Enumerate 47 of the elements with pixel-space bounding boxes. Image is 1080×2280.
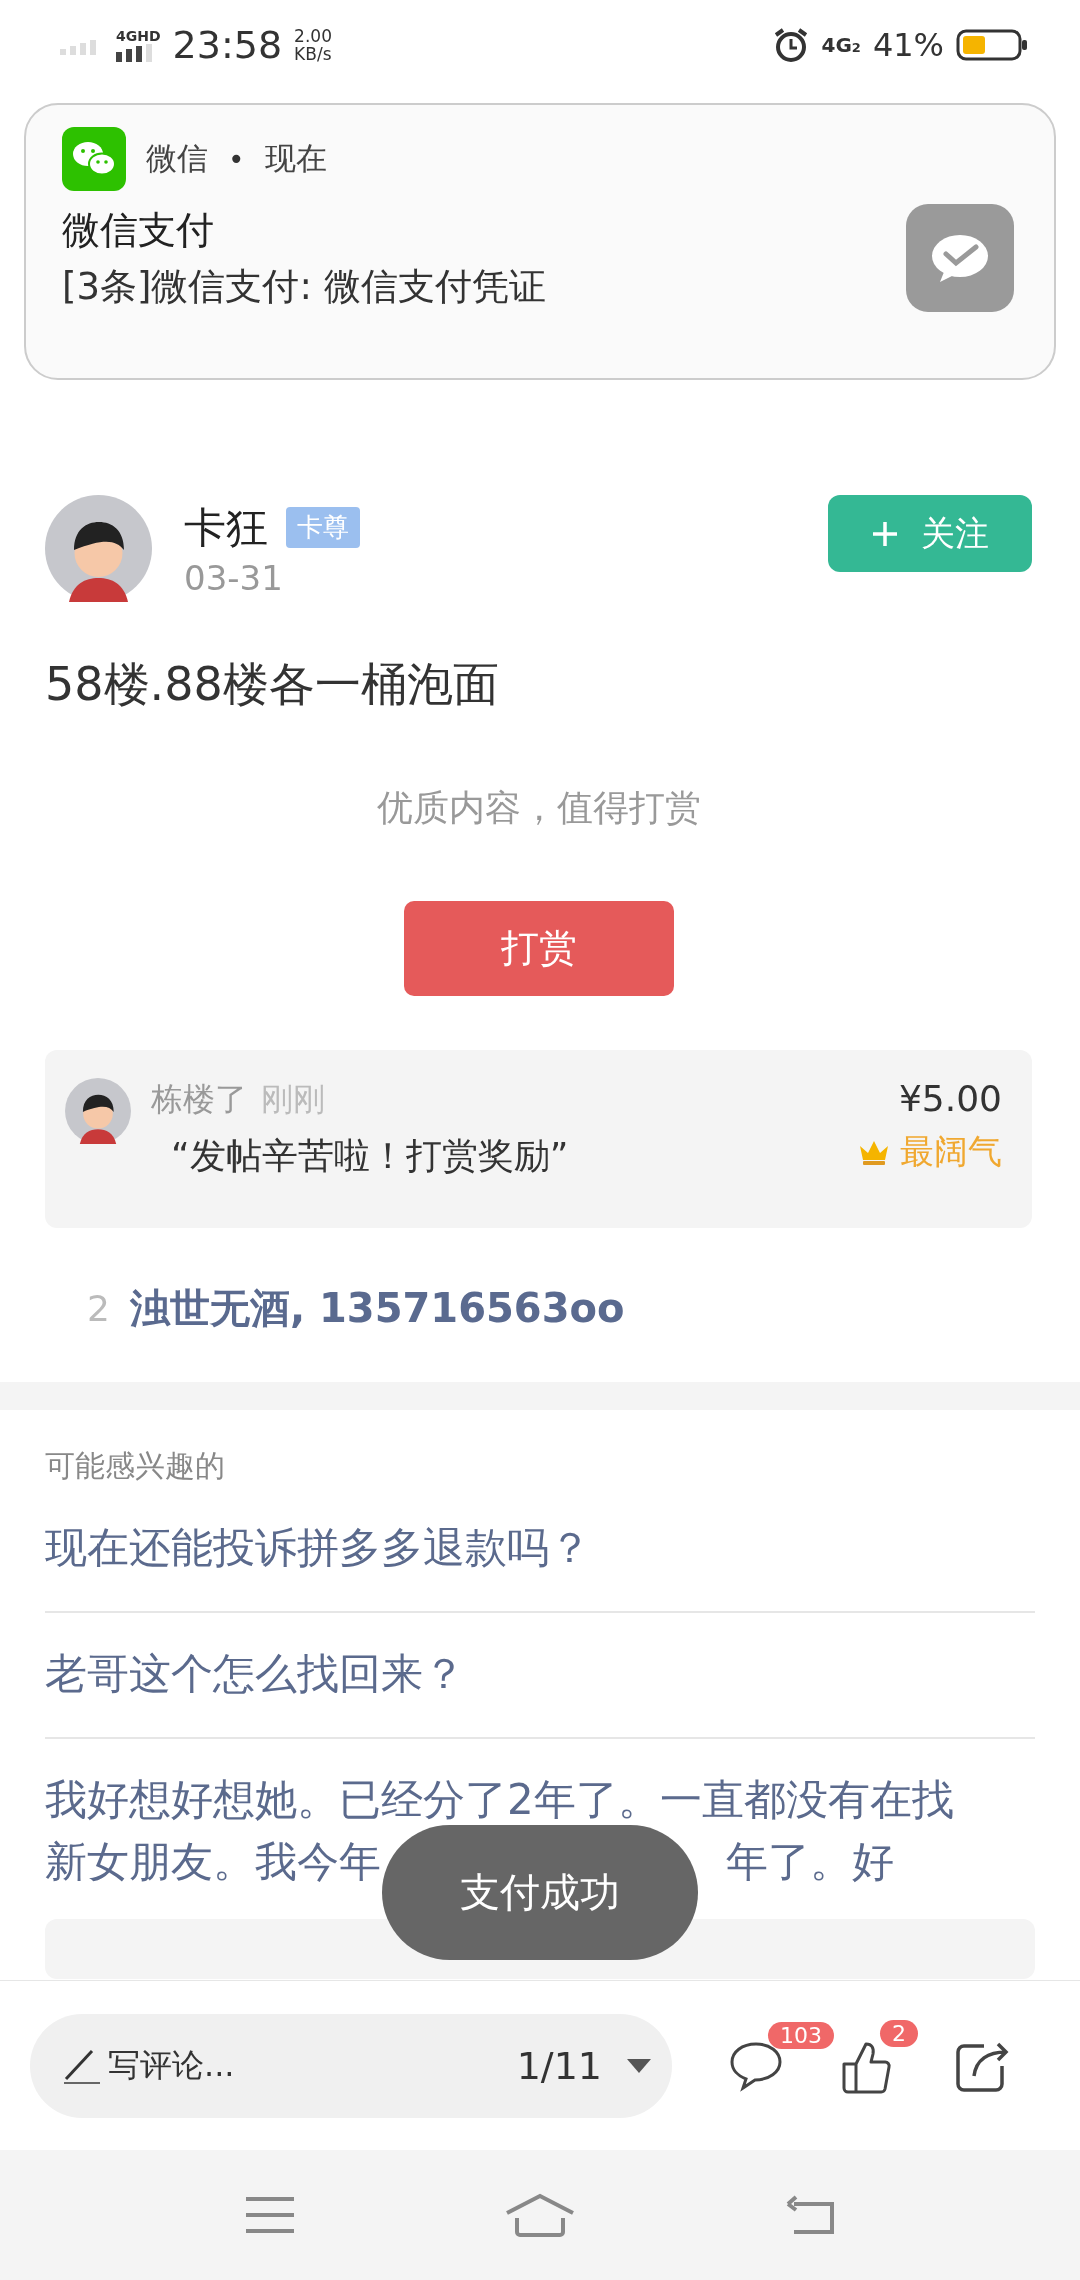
back-icon[interactable] bbox=[784, 2194, 836, 2236]
menu-icon[interactable] bbox=[244, 2195, 296, 2235]
related-post-link[interactable]: 新女朋友。我今年 bbox=[45, 1831, 381, 1893]
notification-time: 现在 bbox=[264, 139, 327, 178]
toast-message: 支付成功 bbox=[382, 1825, 698, 1960]
dropdown-caret-icon[interactable] bbox=[626, 2056, 652, 2075]
notification-text: [3条]微信支付: 微信支付凭证 bbox=[62, 264, 546, 310]
comment-placeholder: 写评论... bbox=[108, 2044, 236, 2086]
like-count-badge: 2 bbox=[880, 2019, 918, 2047]
reward-amount: ¥5.00 bbox=[898, 1078, 1002, 1119]
plus-icon bbox=[871, 519, 899, 548]
comment-field[interactable]: 写评论... 1/11 bbox=[30, 2013, 672, 2118]
app-name: 微信 bbox=[146, 139, 208, 178]
payment-logo-icon bbox=[906, 204, 1014, 312]
alarm-icon bbox=[773, 27, 810, 63]
network-speed: 2.00 bbox=[294, 27, 332, 45]
sim-number: 2 bbox=[851, 40, 861, 55]
post-text: 58楼.88楼各一桶泡面 bbox=[45, 656, 500, 713]
speed-unit: KB/s bbox=[294, 45, 332, 63]
rewarder-count: 2 bbox=[87, 1287, 110, 1329]
battery-icon bbox=[956, 29, 1028, 61]
reward-time: 刚刚 bbox=[261, 1079, 325, 1120]
reward-prompt: 优质内容，值得打赏 bbox=[375, 786, 702, 830]
related-post-link[interactable]: 老哥这个怎么找回来？ bbox=[45, 1643, 465, 1705]
network-type: 4GHD bbox=[116, 28, 161, 44]
section-heading: 可能感兴趣的 bbox=[45, 1447, 226, 1485]
rank-badge: 卡尊 bbox=[286, 507, 360, 548]
comment-count-badge: 103 bbox=[768, 2021, 834, 2049]
post-date: 03-31 bbox=[184, 557, 284, 598]
status-time: 23:58 bbox=[172, 23, 283, 67]
notification-title: 微信支付 bbox=[62, 207, 215, 254]
reward-message: “发帖辛苦啦！打赏奖励” bbox=[171, 1134, 570, 1178]
separator-dot: • bbox=[228, 142, 245, 176]
reward-button[interactable]: 打赏 bbox=[403, 901, 674, 996]
author-name[interactable]: 卡狂 bbox=[184, 499, 268, 556]
home-icon[interactable] bbox=[504, 2193, 576, 2237]
related-post-link[interactable]: 现在还能投诉拼多多退款吗？ bbox=[45, 1517, 591, 1579]
avatar[interactable] bbox=[65, 1078, 131, 1144]
battery-percent: 41% bbox=[872, 26, 944, 64]
related-post-link[interactable]: 年了。好 bbox=[726, 1831, 894, 1893]
notification-card[interactable]: 微信 • 现在 微信支付 [3条]微信支付: 微信支付凭证 bbox=[24, 103, 1056, 380]
page-indicator[interactable]: 1/11 bbox=[516, 2043, 602, 2088]
avatar[interactable] bbox=[45, 495, 152, 602]
network-type: 4G bbox=[821, 33, 852, 57]
chat-bubbles-icon bbox=[62, 127, 126, 191]
rewarder-names[interactable]: 浊世无酒, 135716563oo bbox=[129, 1280, 625, 1336]
reward-tag: 最阔气 bbox=[900, 1129, 1002, 1175]
